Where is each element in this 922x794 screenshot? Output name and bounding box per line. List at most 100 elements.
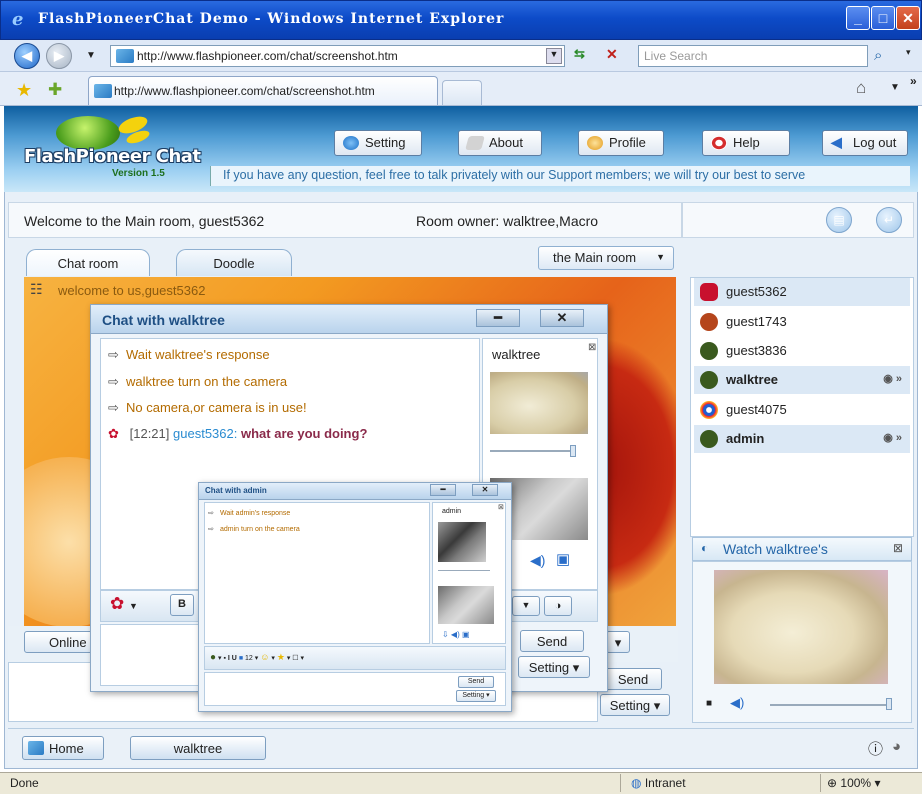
volume-slider-handle[interactable] xyxy=(570,445,576,457)
tab-doodle[interactable]: Doodle xyxy=(176,249,292,276)
dialog-setting-dropdown[interactable]: Setting ▾ xyxy=(518,656,590,678)
status-text: Done xyxy=(10,776,39,790)
user-item-guest3836[interactable]: guest3836 xyxy=(694,337,910,365)
speaker-icon[interactable]: ◀) xyxy=(730,695,744,711)
browser-tab[interactable]: http://www.flashpioneer.com/chat/screens… xyxy=(88,76,438,105)
zoom-control[interactable]: ⊕ 100% ▾ xyxy=(820,774,920,792)
url-dropdown-icon[interactable]: ▼ xyxy=(546,48,562,64)
home-icon[interactable]: ⌂ xyxy=(856,78,866,98)
arrow-icon: ⇨ xyxy=(108,374,119,389)
webcam-icon[interactable]: ◉ » xyxy=(883,372,902,385)
dialog-send-button[interactable]: Send xyxy=(458,676,494,688)
user-avatar xyxy=(700,313,718,331)
dialog-send-button[interactable]: Send xyxy=(520,630,584,652)
system-message: ⇨ walktree turn on the camera xyxy=(108,374,288,389)
home-icon xyxy=(28,741,44,755)
system-message: ⇨ No camera,or camera is in use! xyxy=(108,400,307,415)
user-item-guest4075[interactable]: guest4075 xyxy=(694,396,910,424)
chevron-down-icon[interactable]: ▼ xyxy=(512,596,540,616)
volume-slider[interactable] xyxy=(770,704,890,706)
close-camera-icon[interactable]: ⊠ xyxy=(588,342,596,353)
user-item-guest5362[interactable]: guest5362 xyxy=(694,278,910,306)
webcam-icon[interactable]: ◉ » xyxy=(883,431,902,444)
star-icon[interactable]: ★ xyxy=(277,652,285,662)
refresh-icon[interactable]: ⇆ xyxy=(574,46,600,66)
user-avatar xyxy=(700,371,718,389)
profile-button[interactable]: Profile xyxy=(578,130,664,156)
webcam-video xyxy=(714,570,888,684)
camera-user-name: admin xyxy=(442,508,462,515)
close-button[interactable]: ✕ xyxy=(896,6,920,30)
tab-chat-room[interactable]: Chat room xyxy=(26,249,150,276)
camera-user-name: walktree xyxy=(492,347,541,362)
avatar-select-icon[interactable]: ● xyxy=(210,652,216,663)
dialog-title: Chat with admin xyxy=(205,486,267,495)
speaker-icon[interactable]: ◀) xyxy=(530,552,545,569)
minimize-button[interactable]: ━ xyxy=(476,309,520,327)
info-icon[interactable]: ⓘ xyxy=(868,738,883,759)
setting-button[interactable]: Setting xyxy=(334,130,422,156)
arrow-icon: ⇨ xyxy=(208,510,214,517)
main-setting-dropdown[interactable]: Setting ▾ xyxy=(600,694,670,716)
maximize-button[interactable]: □ xyxy=(871,6,895,30)
document-icon[interactable]: ▤ xyxy=(826,207,852,233)
tab-favicon-icon xyxy=(94,84,112,98)
app-version: Version 1.5 xyxy=(112,168,165,179)
user-item-walktree[interactable]: walktree ◉ » xyxy=(694,366,910,394)
task-walktree[interactable]: walktree xyxy=(130,736,266,760)
chevron-more-icon[interactable]: » xyxy=(910,74,917,88)
user-item-admin[interactable]: admin ◉ » xyxy=(694,425,910,453)
settings-icon[interactable]: ◕ xyxy=(892,738,901,755)
stop-video-icon[interactable]: ■ xyxy=(706,698,712,709)
close-button[interactable]: ✕ xyxy=(472,484,498,496)
volume-slider[interactable] xyxy=(490,450,576,452)
home-button[interactable]: Home xyxy=(22,736,104,760)
help-button[interactable]: Help xyxy=(702,130,790,156)
ie-logo-icon: e xyxy=(12,9,24,30)
search-dropdown-icon[interactable]: ▾ xyxy=(906,47,911,58)
smiley-icon[interactable]: ☺ xyxy=(260,652,269,662)
about-button[interactable]: About xyxy=(458,130,542,156)
favorites-star-icon[interactable]: ★ xyxy=(16,80,32,101)
main-send-button[interactable]: Send xyxy=(604,668,662,690)
search-input[interactable]: Live Search xyxy=(638,45,868,67)
return-icon[interactable]: ↵ xyxy=(876,207,902,233)
dialog-title: Chat with walktree xyxy=(102,312,225,328)
format-toolbar[interactable]: ● ▾ ▪ I U ■ 12 ▾ ☺ ▾ ★ ▾ ☐ ▾ xyxy=(210,652,304,663)
user-item-guest1743[interactable]: guest1743 xyxy=(694,308,910,336)
logout-button[interactable]: ◀ Log out xyxy=(822,130,908,156)
camera-settings-icon[interactable]: ▣ xyxy=(556,550,570,568)
new-tab-button[interactable] xyxy=(442,80,482,105)
forward-button[interactable]: ▶ xyxy=(46,43,72,69)
user-avatar-icon: ✿ xyxy=(108,426,119,441)
arrow-left-icon: ◀ xyxy=(831,134,842,150)
close-button[interactable]: ✕ xyxy=(540,309,584,327)
bold-button[interactable]: B xyxy=(170,594,194,616)
webcam-icon: ◐ xyxy=(701,541,709,555)
close-icon[interactable]: ⊠ xyxy=(893,541,903,555)
avatar-select-icon[interactable]: ✿ ▼ xyxy=(110,594,138,614)
url-input[interactable]: http://www.flashpioneer.com/chat/screens… xyxy=(110,45,565,67)
minimize-button[interactable]: ━ xyxy=(430,484,456,496)
profile-icon xyxy=(587,136,603,150)
volume-slider-handle[interactable] xyxy=(886,698,892,710)
chevron-down-icon[interactable]: ▾ xyxy=(606,631,630,653)
back-button[interactable]: ◀ xyxy=(14,43,40,69)
search-icon[interactable]: ⌕ xyxy=(874,47,882,64)
history-dropdown-icon[interactable]: ▼ xyxy=(86,50,96,61)
chat-tool-icon[interactable]: ◑ xyxy=(544,596,572,616)
font-color-icon[interactable]: ■ xyxy=(239,655,243,662)
minimize-button[interactable]: _ xyxy=(846,6,870,30)
system-message: ⇨ Wait admin's response xyxy=(208,510,291,517)
close-camera-icon[interactable]: ⊠ xyxy=(498,503,504,511)
dialog-setting-dropdown[interactable]: Setting ▾ xyxy=(456,690,496,702)
home-dropdown-icon[interactable]: ▼ xyxy=(890,82,900,93)
site-favicon-icon xyxy=(116,49,134,63)
room-select[interactable]: the Main room ▼ xyxy=(538,246,674,270)
volume-slider[interactable] xyxy=(438,570,490,571)
stop-icon[interactable]: ✕ xyxy=(606,46,632,66)
camera-controls-icon[interactable]: ⇩ ◀) ▣ xyxy=(442,630,470,639)
security-zone: ◍ Intranet xyxy=(620,774,820,792)
add-favorites-icon[interactable]: ✚ xyxy=(48,80,62,100)
user-avatar xyxy=(700,283,718,301)
